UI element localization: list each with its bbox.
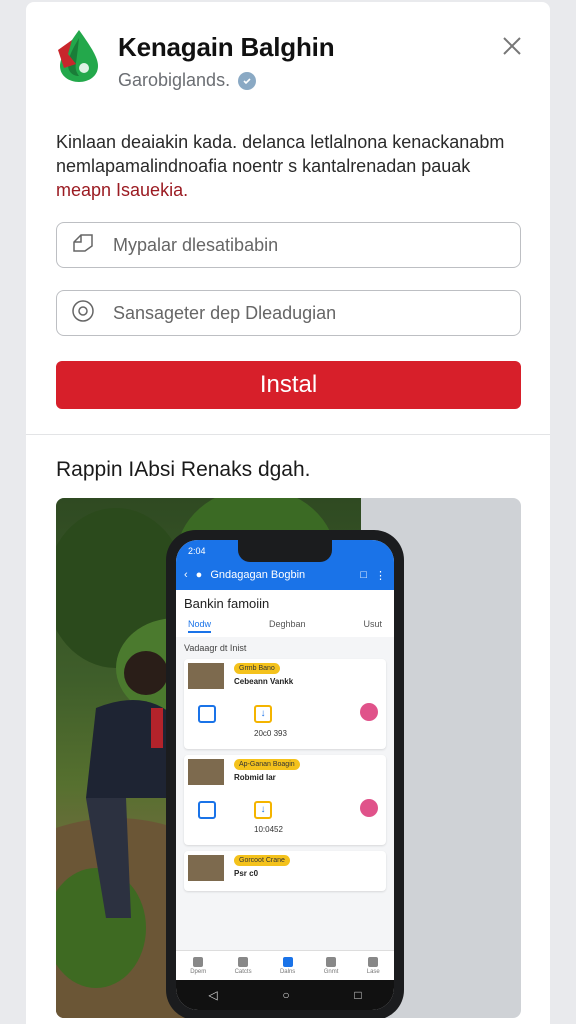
phone-bottom-nav: Dpem Catcts Dalns Gnmt Lase	[176, 950, 394, 980]
phone-nav-label: Dalns	[279, 968, 296, 975]
item-badge: Gorcoot Crane	[234, 855, 290, 866]
field-one[interactable]	[56, 222, 521, 268]
app-title: Kenagain Balghin	[118, 32, 335, 62]
item-badge: Ap-Ganan Boagin	[234, 759, 300, 770]
close-icon[interactable]	[500, 34, 524, 58]
phone-page-title: Bankin famoiin	[184, 596, 270, 611]
home-icon	[193, 956, 204, 967]
calendar-icon	[198, 801, 216, 819]
home-circle-icon: ○	[282, 988, 290, 1002]
circle-icon	[71, 299, 95, 328]
phone-list-item: Gorcoot Crane Psr c0	[184, 851, 386, 891]
item-name: Psr c0	[234, 869, 259, 878]
phone-nav-label: Dpem	[190, 968, 207, 975]
item-thumbnail	[188, 663, 224, 689]
app-logo	[58, 30, 98, 82]
more-icon: ⋮	[375, 569, 386, 582]
phone-nav-item: Dpem	[190, 956, 207, 975]
item-thumbnail	[188, 855, 224, 881]
phone-tab: Deghban	[268, 619, 306, 629]
tag-icon	[71, 232, 95, 259]
item-value: 10:0452	[254, 825, 283, 834]
back-triangle-icon: ◁	[208, 988, 218, 1002]
item-name: Robmid Iar	[234, 773, 276, 782]
phone-nav-label: Gnmt	[323, 968, 339, 975]
screenshots-title: Rappin IAbsi Renaks dgah.	[56, 458, 311, 481]
clock-icon: ↓	[254, 705, 272, 723]
phone-mockup: 2:04 ‹ ● Gndagagan Bogbin □ ⋮ Bankin fam…	[166, 530, 404, 1018]
screenshot-gallery[interactable]: 2:04 ‹ ● Gndagagan Bogbin □ ⋮ Bankin fam…	[56, 498, 521, 1018]
recents-square-icon: □	[354, 988, 362, 1002]
phone-list-item: Grmb Bano Cebeann Vankk ↓ 20c0 393	[184, 659, 386, 749]
item-name: Cebeann Vankk	[234, 677, 294, 686]
mini-logo-icon: ●	[195, 569, 203, 581]
description-link[interactable]: meapn Isauekia.	[56, 180, 188, 200]
phone-tab: Nodw	[188, 619, 212, 633]
item-thumbnail	[188, 759, 224, 785]
share-icon: □	[360, 569, 367, 581]
phone-nav-label: Catcts	[234, 968, 252, 975]
phone-nav-item: Gnmt	[323, 956, 339, 975]
app-install-card: Kenagain Balghin Garobiglands. Kinlaan d…	[26, 2, 550, 1024]
profile-icon	[368, 956, 379, 967]
phone-app-bar: ‹ ● Gndagagan Bogbin □ ⋮	[176, 560, 394, 590]
wave-icon	[360, 703, 378, 721]
phone-app-name: Gndagagan Bogbin	[210, 569, 306, 581]
verified-badge-icon	[238, 71, 257, 90]
phone-system-nav: ◁ ○ □	[176, 980, 394, 1010]
phone-tab: Usut	[363, 619, 382, 629]
developer-name[interactable]: Garobiglands.	[118, 70, 230, 91]
calendar-icon	[198, 705, 216, 723]
app-description: Kinlaan deaiakin kada. delanca letlalnon…	[56, 130, 526, 202]
settings-icon	[326, 956, 337, 967]
field-two-input[interactable]	[113, 302, 473, 324]
phone-page-header: Bankin famoiin Nodw Deghban Usut	[176, 590, 394, 637]
wave-icon	[360, 799, 378, 817]
doc-icon	[238, 956, 249, 967]
phone-time: 2:04	[188, 546, 206, 556]
plus-icon	[282, 956, 293, 967]
description-text: Kinlaan deaiakin kada. delanca letlalnon…	[56, 132, 505, 176]
phone-notch	[238, 540, 332, 562]
install-button[interactable]: Instal	[56, 361, 521, 409]
item-value: 20c0 393	[254, 729, 287, 738]
item-badge: Grmb Bano	[234, 663, 280, 674]
developer-row: Garobiglands.	[118, 70, 257, 91]
back-arrow-icon: ‹	[184, 569, 188, 581]
clock-icon: ↓	[254, 801, 272, 819]
phone-nav-item: Lase	[366, 956, 380, 975]
phone-screen: 2:04 ‹ ● Gndagagan Bogbin □ ⋮ Bankin fam…	[176, 540, 394, 1010]
field-one-input[interactable]	[113, 234, 473, 256]
phone-list-header: Vadaagr dt Inist	[184, 643, 247, 653]
phone-nav-item: Dalns	[279, 956, 296, 975]
phone-nav-label: Lase	[366, 968, 380, 975]
field-two[interactable]	[56, 290, 521, 336]
phone-tabs: Nodw Deghban Usut	[184, 611, 386, 637]
phone-nav-item: Catcts	[234, 956, 252, 975]
phone-list-item: Ap-Ganan Boagin Robmid Iar ↓ 10:0452	[184, 755, 386, 845]
divider	[26, 434, 550, 435]
